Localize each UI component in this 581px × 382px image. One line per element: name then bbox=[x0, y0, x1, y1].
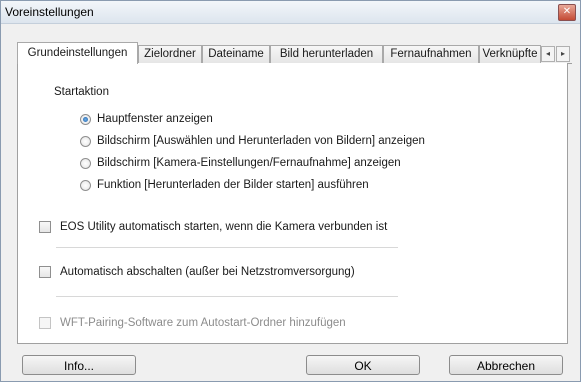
cancel-button[interactable]: Abbrechen bbox=[449, 355, 563, 375]
startaktion-label: Startaktion bbox=[54, 86, 109, 98]
tab-dateiname[interactable]: Dateiname bbox=[202, 45, 270, 63]
radio-label: Bildschirm [Kamera-Einstellungen/Fernauf… bbox=[97, 157, 401, 169]
tab-strip: Grundeinstellungen Zielordner Dateiname … bbox=[17, 42, 572, 64]
radio-button-selected[interactable] bbox=[80, 114, 91, 125]
radio-button[interactable] bbox=[80, 158, 91, 169]
radio-label: Bildschirm [Auswählen und Herunterladen … bbox=[97, 135, 425, 147]
ok-button[interactable]: OK bbox=[306, 355, 420, 375]
tab-scroll-left-button[interactable]: ◂ bbox=[541, 46, 555, 62]
radio-label: Hauptfenster anzeigen bbox=[97, 113, 213, 125]
tab-fernaufnahmen[interactable]: Fernaufnahmen bbox=[383, 45, 479, 63]
divider bbox=[56, 296, 398, 297]
checkbox-label: EOS Utility automatisch starten, wenn di… bbox=[60, 221, 388, 233]
checkbox-label: WFT-Pairing-Software zum Autostart-Ordne… bbox=[60, 317, 346, 329]
window-title: Voreinstellungen bbox=[5, 5, 94, 19]
tab-scroll-right-button[interactable]: ▸ bbox=[556, 46, 570, 62]
chevron-right-icon: ▸ bbox=[560, 49, 565, 58]
preferences-dialog: Voreinstellungen ✕ Grundeinstellungen Zi… bbox=[0, 0, 581, 382]
info-button[interactable]: Info... bbox=[22, 355, 136, 375]
divider bbox=[56, 247, 398, 248]
tab-panel-grundeinstellungen: Startaktion Hauptfenster anzeigen Bildsc… bbox=[17, 63, 568, 344]
tab-verknuepfte[interactable]: Verknüpfte bbox=[479, 45, 541, 63]
checkbox-box[interactable] bbox=[39, 266, 51, 278]
tab-bild-herunterladen[interactable]: Bild herunterladen bbox=[270, 45, 383, 63]
title-bar: Voreinstellungen ✕ bbox=[1, 1, 580, 24]
close-button[interactable]: ✕ bbox=[558, 4, 576, 21]
radio-button[interactable] bbox=[80, 180, 91, 191]
radio-button[interactable] bbox=[80, 136, 91, 147]
tab-zielordner[interactable]: Zielordner bbox=[138, 45, 202, 63]
checkbox-label: Automatisch abschalten (außer bei Netzst… bbox=[60, 266, 355, 278]
checkbox-box[interactable] bbox=[39, 221, 51, 233]
checkbox-box-disabled bbox=[39, 317, 51, 329]
radio-label: Funktion [Herunterladen der Bilder start… bbox=[97, 179, 369, 191]
chevron-left-icon: ◂ bbox=[545, 49, 550, 58]
close-icon: ✕ bbox=[562, 6, 572, 17]
tab-grundeinstellungen[interactable]: Grundeinstellungen bbox=[17, 42, 138, 64]
